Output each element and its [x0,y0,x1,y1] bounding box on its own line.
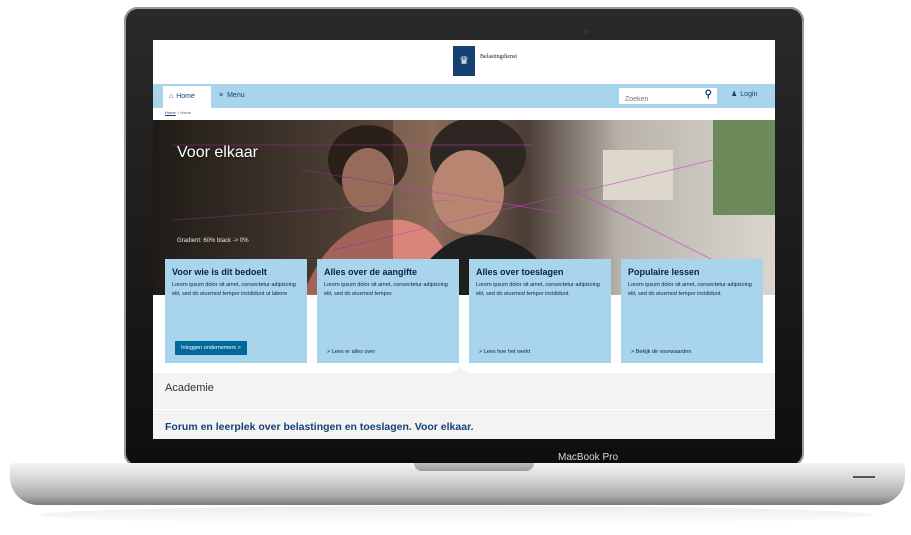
breadcrumb-home-link[interactable]: Home [165,110,176,115]
card-link[interactable]: > Bekijk de voorwaarden [631,349,691,355]
base-notch [414,463,534,471]
inloggen-ondernemers-button[interactable]: Inloggen ondernemers > [175,341,247,355]
breadcrumb-current: > Home [176,110,191,115]
card-title: Alles over de aangifte [324,267,418,277]
login-label: Login [740,91,758,98]
search-icon[interactable]: ⚲ [705,89,712,100]
nav-home-tab[interactable]: ⌂ Home [163,86,211,108]
device-label: MacBook Pro [557,452,619,463]
login-link[interactable]: ♟ Login [731,90,757,98]
card-text: Lorem ipsum dolor sit amet, consectetur … [324,282,448,297]
search-box: ⚲ [619,88,717,108]
stage: MacBook Pro ♛ Belastingdienst ⌂ Home ≡ Men… [0,0,911,535]
camera-icon [584,29,589,34]
navbar: ⌂Home ≡Menu ⚲ ♟Login [153,84,775,108]
breadcrumb: Home > Home [165,110,191,115]
divider [153,409,775,410]
card-text: Lorem ipsum dolor sit amet, consectetur … [172,282,296,297]
logo[interactable]: ♛ [453,46,475,76]
card-title: Alles over toeslagen [476,267,564,277]
academie-title: Academie [165,382,214,394]
menu-icon: ≡ [219,92,224,99]
academie-section: Academie Forum en leerplek over belastin… [153,367,775,439]
user-icon: ♟ [731,91,738,98]
card-toeslagen[interactable]: Alles over toeslagen Lorem ipsum dolor s… [469,259,611,363]
card-aangifte[interactable]: Alles over de aangifte Lorem ipsum dolor… [317,259,459,363]
hero-title: Voor elkaar [177,144,258,161]
search-input[interactable] [619,91,695,108]
nav-menu-button[interactable]: ≡ Menu [219,86,245,108]
card-lessen[interactable]: Populaire lessen Lorem ipsum dolor sit a… [621,259,763,363]
home-icon: ⌂ [169,93,174,100]
nav-menu-label: Menu [227,92,245,99]
card-title: Voor wie is dit bedoelt [172,267,267,277]
card-link[interactable]: > Lees er alles over [327,349,375,355]
section-pointer [452,367,468,373]
card-title: Populaire lessen [628,267,700,277]
nav-home-label: Home [176,93,195,100]
site-header: ♛ Belastingdienst [153,40,775,84]
card-text: Lorem ipsum dolor sit amet, consectetur … [628,282,752,297]
screen: ♛ Belastingdienst ⌂Home ≡Menu ⚲ ♟Login H… [153,40,775,439]
card-voor-wie[interactable]: Voor wie is dit bedoelt Lorem ipsum dolo… [165,259,307,363]
floor-reflection [40,506,875,524]
hero-note: Gradient: 60% black -> 0% [177,238,249,244]
card-text: Lorem ipsum dolor sit amet, consectetur … [476,282,600,297]
sleep-indicator [853,476,875,478]
logo-text: Belastingdienst [480,54,517,60]
logo-crest-icon: ♛ [459,55,469,67]
laptop-base [10,463,905,505]
academie-subtitle: Forum en leerplek over belastingen en to… [165,421,474,433]
card-link[interactable]: > Lees hoe het werkt [479,349,530,355]
